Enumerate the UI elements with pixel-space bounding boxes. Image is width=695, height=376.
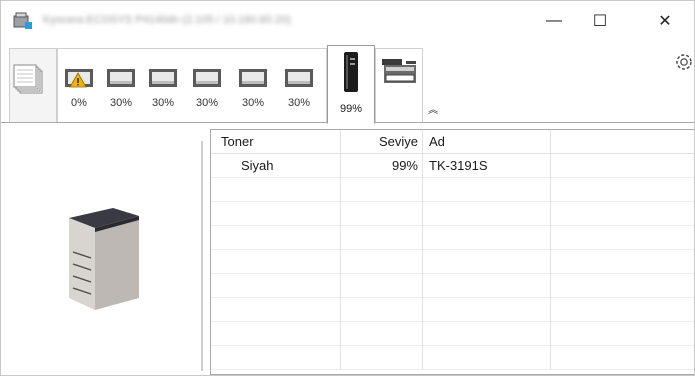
paper-tray-icon: [239, 69, 267, 87]
status-toolbar: 0% 30% 30% 30% 30% 30% 99% ︽: [1, 41, 695, 124]
paper-tray-icon: [285, 69, 313, 87]
tray-level: 30%: [195, 97, 219, 109]
paper-tray-4: 30%: [192, 63, 222, 123]
paper-tray-icon: [149, 69, 177, 87]
maximize-button[interactable]: ☐: [577, 1, 623, 41]
printer-icon: [69, 208, 139, 310]
table-row-empty: [211, 226, 694, 250]
printer-status-window: Kyocera ECOSYS P4140dn (2.105 / 10.160.6…: [0, 0, 695, 376]
pane-splitter[interactable]: [201, 141, 203, 371]
table-row-empty: [211, 178, 694, 202]
cell-name: TK-3191S: [423, 154, 551, 178]
tray-level: 30%: [151, 97, 175, 109]
toner-level: 99%: [339, 103, 363, 115]
cell-empty: [551, 154, 694, 178]
document-stack-icon: [13, 64, 43, 94]
paper-tray-6: 30%: [284, 63, 314, 123]
tray-level: 30%: [109, 97, 133, 109]
table-row[interactable]: Siyah 99% TK-3191S: [211, 154, 694, 178]
tab-toner[interactable]: 99%: [327, 45, 375, 124]
tab-job-status[interactable]: [9, 48, 57, 122]
paper-tray-icon: [107, 69, 135, 87]
cell-toner: Siyah: [211, 154, 341, 178]
tray-level: 30%: [287, 97, 311, 109]
table-row-empty: [211, 346, 694, 370]
cell-level: 99%: [341, 154, 423, 178]
paper-tray-icon: [65, 69, 93, 88]
column-header-level[interactable]: Seviye: [341, 130, 423, 154]
toner-table: Toner Seviye Ad Siyah 99% TK-3191S: [210, 129, 694, 375]
title-bar: Kyocera ECOSYS P4140dn (2.105 / 10.160.6…: [1, 1, 694, 41]
column-header-toner[interactable]: Toner: [211, 130, 341, 154]
table-row-empty: [211, 202, 694, 226]
minimize-button[interactable]: —: [531, 1, 577, 41]
table-row-empty: [211, 274, 694, 298]
tab-paper-trays[interactable]: 0% 30% 30% 30% 30% 30%: [57, 48, 327, 122]
tray-level: 30%: [241, 97, 265, 109]
table-row-empty: [211, 250, 694, 274]
table-row-empty: [211, 298, 694, 322]
column-header-empty: [551, 130, 694, 154]
printer-app-icon: [13, 12, 32, 29]
column-header-name[interactable]: Ad: [423, 130, 551, 154]
tab-scanner[interactable]: [375, 48, 423, 122]
paper-tray-icon: [193, 69, 221, 87]
paper-tray-3: 30%: [148, 63, 178, 123]
window-title: Kyocera ECOSYS P4140dn (2.105 / 10.160.6…: [43, 14, 291, 26]
scanner-icon: [382, 59, 416, 83]
toner-cartridge-icon: [344, 52, 358, 92]
close-button[interactable]: ✕: [642, 1, 688, 41]
table-header: Toner Seviye Ad: [211, 130, 694, 154]
tray-level: 0%: [71, 97, 87, 109]
paper-tray-5: 30%: [238, 63, 268, 123]
paper-tray-2: 30%: [106, 63, 136, 123]
paper-tray-1: 0%: [64, 63, 94, 123]
printer-image-pane: [1, 124, 201, 375]
gear-icon[interactable]: [673, 51, 695, 73]
table-row-empty: [211, 322, 694, 346]
collapse-icon[interactable]: ︽: [428, 101, 438, 116]
